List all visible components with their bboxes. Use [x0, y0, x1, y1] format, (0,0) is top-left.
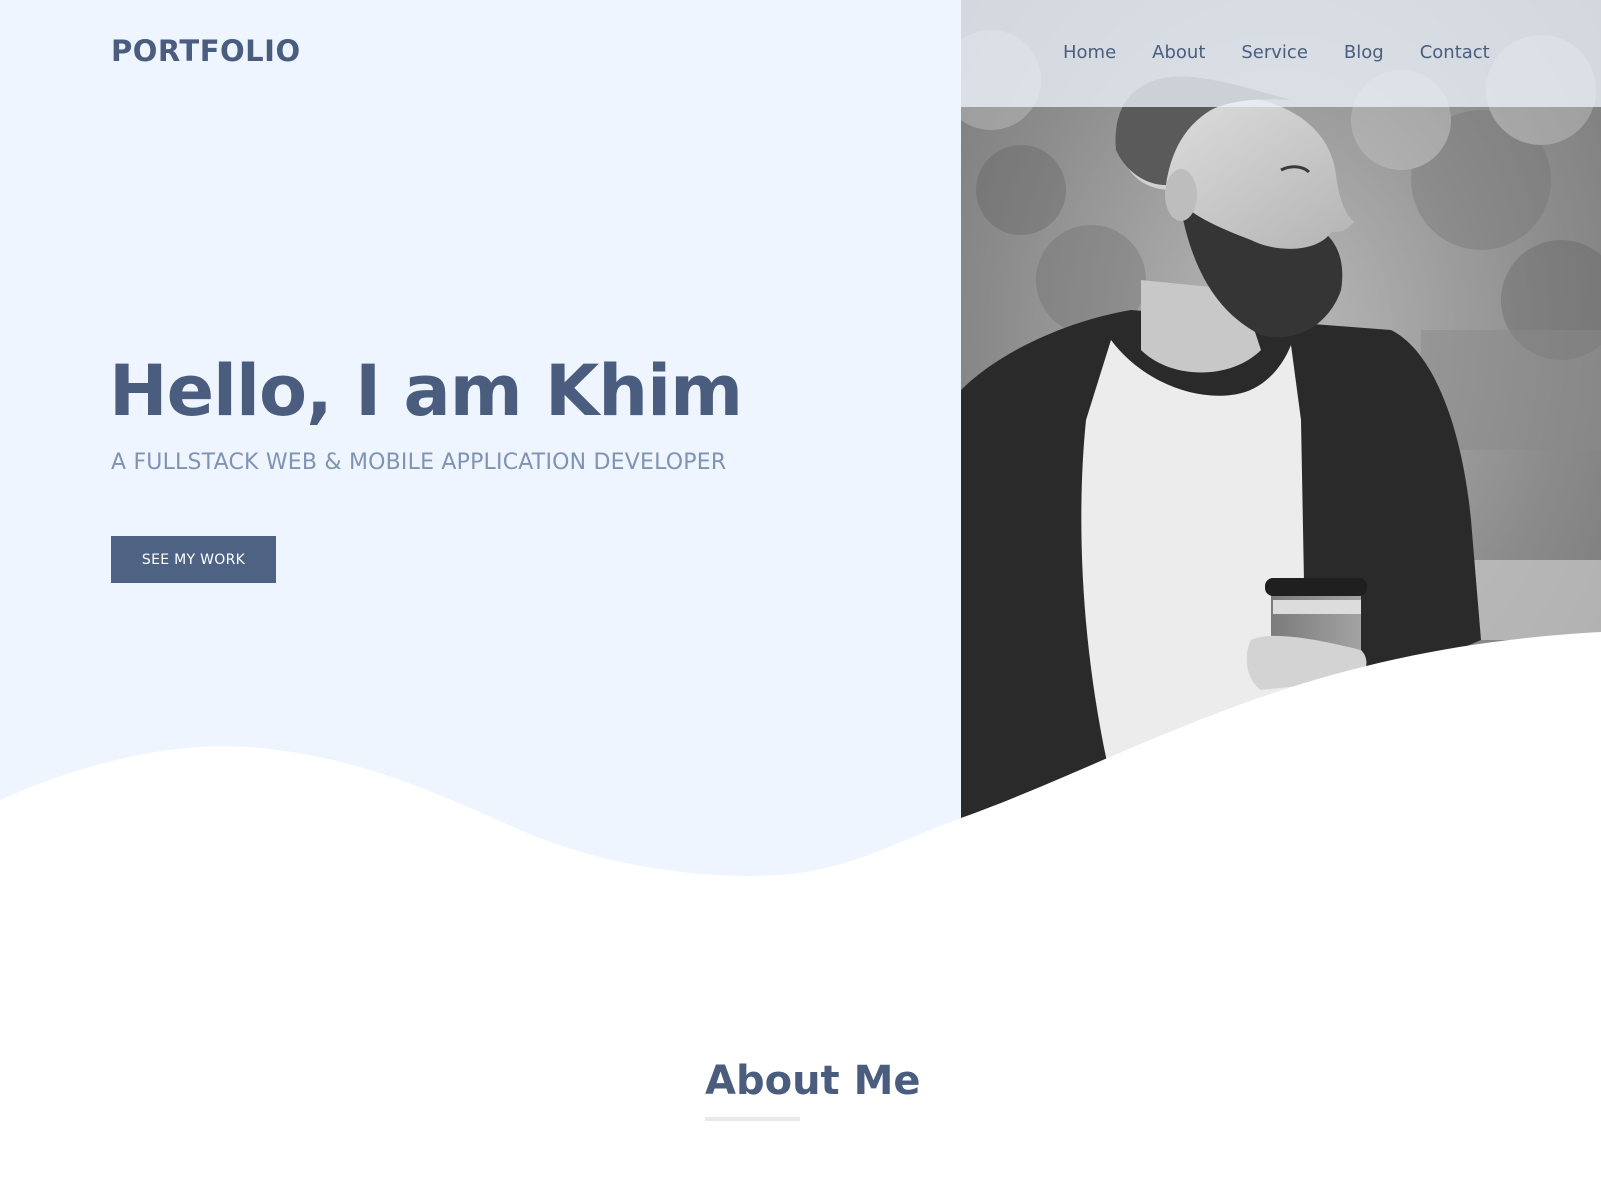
about-heading: About Me [705, 1058, 921, 1104]
see-my-work-button[interactable]: SEE MY WORK [111, 536, 276, 583]
nav-item-service[interactable]: Service [1241, 42, 1308, 63]
page: PORTFOLIO Home About Service Blog Contac… [0, 0, 1601, 1203]
nav-item-blog[interactable]: Blog [1344, 42, 1384, 63]
about-heading-underline [705, 1117, 800, 1121]
hero-wave-divider [0, 632, 1601, 900]
hero-subtitle: A FULLSTACK WEB & MOBILE APPLICATION DEV… [111, 450, 727, 475]
hero-title: Hello, I am Khim [109, 350, 743, 432]
main-nav: Home About Service Blog Contact [1063, 42, 1490, 63]
nav-item-contact[interactable]: Contact [1420, 42, 1490, 63]
logo[interactable]: PORTFOLIO [111, 34, 301, 68]
nav-item-about[interactable]: About [1152, 42, 1205, 63]
nav-item-home[interactable]: Home [1063, 42, 1116, 63]
